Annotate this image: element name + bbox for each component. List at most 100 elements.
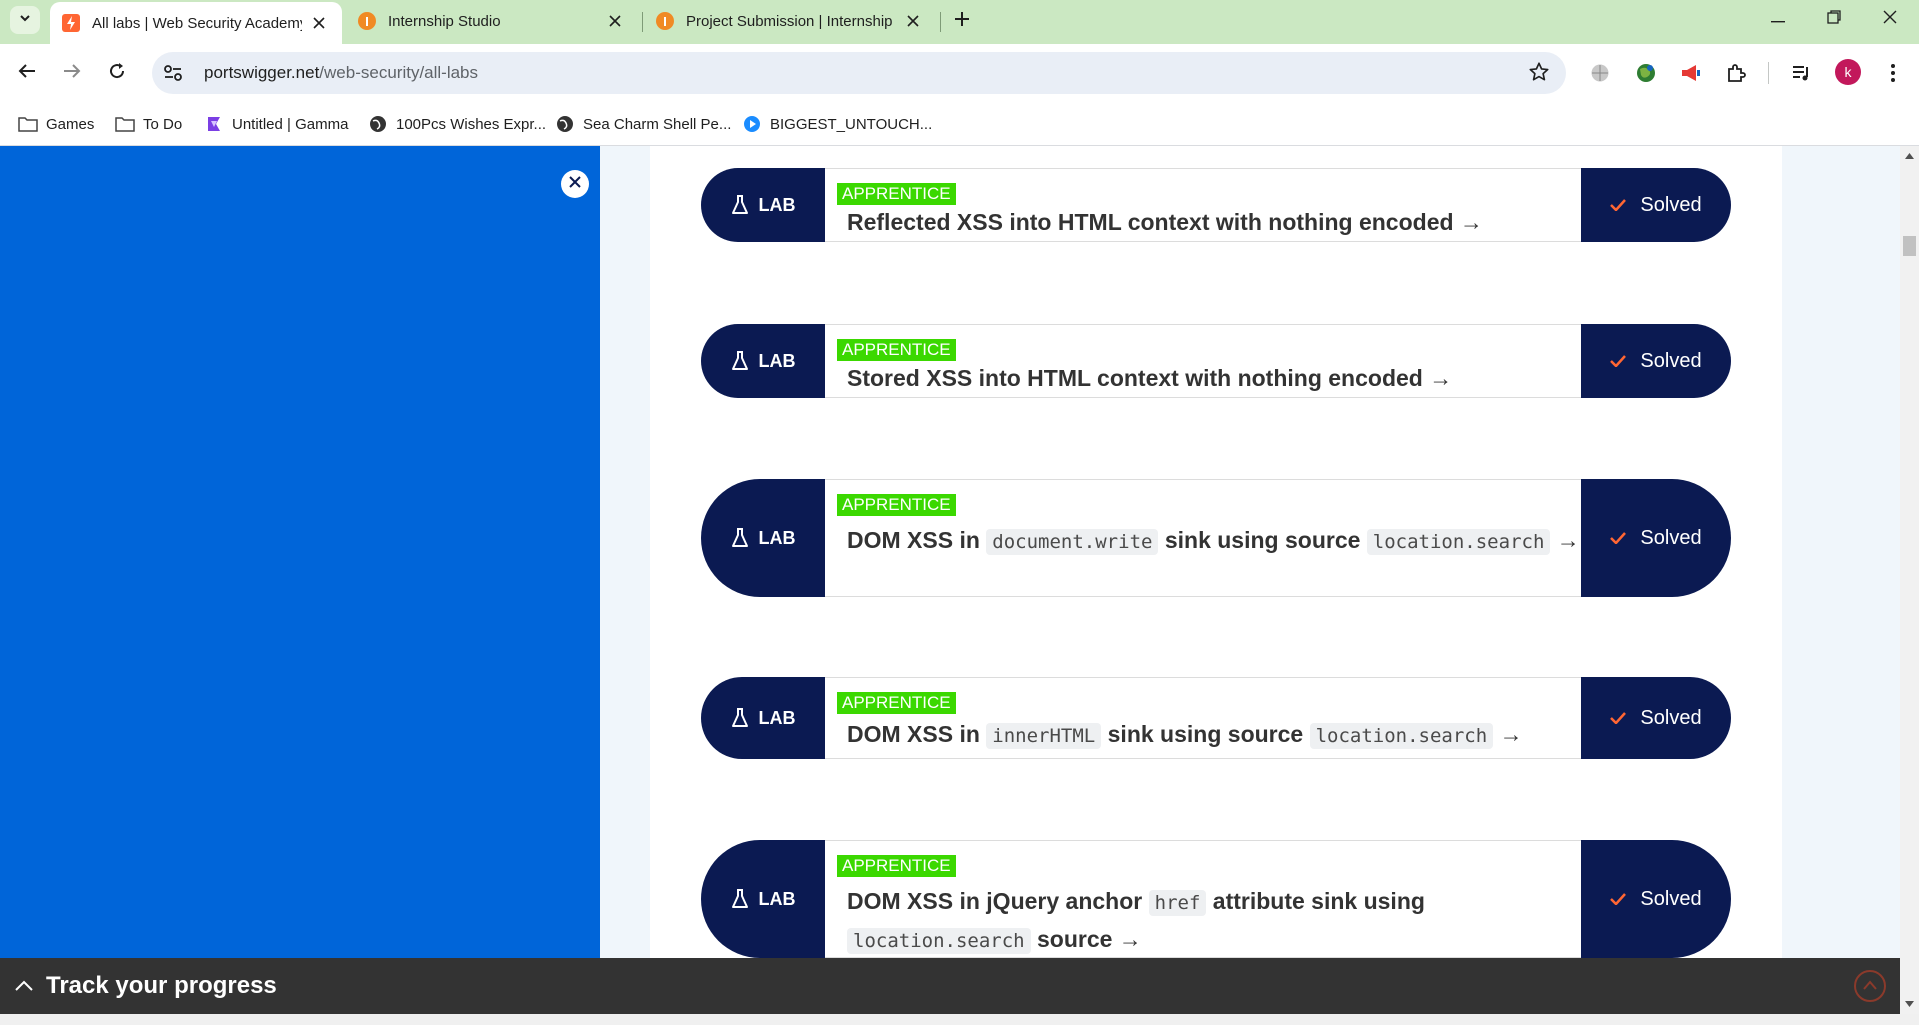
tab-all-labs[interactable]: All labs | Web Security Academy	[50, 2, 342, 44]
minimize-button[interactable]	[1750, 0, 1806, 38]
lab-title-link[interactable]: Reflected XSS into HTML context with not…	[847, 207, 1581, 237]
lab-badge-label: LAB	[758, 888, 796, 909]
code-snippet: location.search	[1366, 529, 1551, 555]
browser-toolbar: portswigger.net/web-security/all-labs k	[0, 44, 1919, 102]
flask-icon	[731, 195, 749, 215]
bookmark-label: BIGGEST_UNTOUCH...	[770, 115, 933, 133]
track-progress-label: Track your progress	[46, 972, 277, 999]
track-progress-bar[interactable]: Track your progress	[0, 958, 1900, 1014]
lab-title-text: →	[1550, 527, 1580, 553]
tab-search-button[interactable]	[10, 6, 40, 34]
lab-title-link[interactable]: DOM XSS in innerHTML sink using source l…	[847, 716, 1581, 754]
bookmark-gamma[interactable]: Untitled | Gamma	[204, 112, 348, 136]
scroll-down-arrow-icon[interactable]	[1900, 996, 1919, 1012]
bookmark-games[interactable]: Games	[18, 112, 94, 136]
globe-icon	[555, 114, 575, 134]
scroll-up-arrow-icon[interactable]	[1900, 148, 1919, 164]
close-panel-button[interactable]	[561, 170, 589, 198]
lab-title-text: attribute sink using	[1206, 888, 1425, 914]
level-badge: APPRENTICE	[837, 494, 956, 516]
checkmark-icon	[1610, 199, 1627, 211]
solved-status: Solved	[1581, 324, 1731, 398]
url-text: portswigger.net/web-security/all-labs	[204, 63, 478, 83]
lab-body: APPRENTICE Reflected XSS into HTML conte…	[825, 168, 1581, 242]
close-window-button[interactable]	[1862, 0, 1918, 38]
bookmark-sea-charm[interactable]: Sea Charm Shell Pe...	[555, 112, 731, 136]
close-tab-icon[interactable]	[902, 10, 924, 32]
reload-button[interactable]	[100, 56, 134, 90]
chevron-up-icon[interactable]	[14, 980, 34, 992]
side-panel	[0, 146, 600, 958]
chevron-down-icon	[18, 11, 32, 30]
media-controls-icon[interactable]	[1787, 58, 1817, 88]
megaphone-extension-icon[interactable]	[1676, 58, 1706, 88]
level-badge: APPRENTICE	[837, 692, 956, 714]
lab-badge: LAB	[701, 479, 825, 597]
lab-card[interactable]: LAB APPRENTICE DOM XSS in innerHTML sink…	[701, 677, 1731, 759]
lab-card[interactable]: LAB APPRENTICE Reflected XSS into HTML c…	[701, 168, 1731, 242]
bookmark-to-do[interactable]: To Do	[115, 112, 182, 136]
bookmark-biggest[interactable]: BIGGEST_UNTOUCH...	[742, 112, 932, 136]
tab-project-submission[interactable]: Project Submission | Internship	[644, 2, 936, 40]
folder-icon	[115, 114, 135, 134]
page-scrollbar[interactable]	[1900, 146, 1919, 1014]
tab-title: All labs | Web Security Academy	[92, 14, 302, 32]
close-icon	[1883, 10, 1897, 29]
close-tab-icon[interactable]	[308, 12, 330, 34]
url-path: /web-security/all-labs	[319, 63, 479, 82]
tab-strip: All labs | Web Security Academy Internsh…	[0, 0, 1919, 44]
level-badge: APPRENTICE	[837, 855, 956, 877]
scrollbar-thumb[interactable]	[1903, 236, 1916, 256]
earth-extension-icon[interactable]	[1631, 58, 1661, 88]
site-info-icon[interactable]	[156, 56, 190, 90]
tab-separator	[940, 12, 941, 32]
checkmark-icon	[1610, 355, 1627, 367]
tab-internship-studio[interactable]: Internship Studio	[346, 2, 638, 40]
bookmark-label: Games	[46, 115, 95, 133]
arrow-left-icon	[18, 63, 36, 84]
solved-label: Solved	[1640, 706, 1702, 729]
folder-icon	[18, 114, 38, 134]
lab-title-text: DOM XSS in jQuery anchor	[847, 888, 1149, 914]
bottom-strip	[0, 1014, 1919, 1025]
scroll-to-top-button[interactable]	[1854, 970, 1886, 1002]
lab-badge: LAB	[701, 840, 825, 958]
flask-icon	[731, 889, 749, 909]
checkmark-icon	[1610, 893, 1627, 905]
back-button[interactable]	[10, 56, 44, 90]
checkmark-icon	[1610, 712, 1627, 724]
profile-avatar[interactable]: k	[1835, 59, 1861, 85]
lab-card[interactable]: LAB APPRENTICE DOM XSS in document.write…	[701, 479, 1731, 597]
lab-title-link[interactable]: DOM XSS in jQuery anchor href attribute …	[847, 883, 1581, 959]
close-tab-icon[interactable]	[604, 10, 626, 32]
restore-button[interactable]	[1806, 0, 1862, 38]
level-badge: APPRENTICE	[837, 339, 956, 361]
solved-status: Solved	[1581, 168, 1731, 242]
code-snippet: location.search	[1309, 723, 1494, 749]
lab-title-text: sink using source	[1101, 721, 1310, 747]
lab-title-link[interactable]: DOM XSS in document.write sink using sou…	[847, 522, 1581, 560]
solved-label: Solved	[1640, 526, 1702, 549]
bookmark-wishes[interactable]: 100Pcs Wishes Expr...	[368, 112, 546, 136]
checkmark-icon	[1610, 532, 1627, 544]
bookmark-star-icon[interactable]	[1528, 61, 1550, 88]
lab-badge-label: LAB	[758, 194, 796, 215]
address-bar[interactable]: portswigger.net/web-security/all-labs	[152, 52, 1566, 94]
lab-body: APPRENTICE DOM XSS in document.write sin…	[825, 479, 1581, 597]
chrome-menu-icon[interactable]	[1878, 58, 1908, 88]
new-tab-button[interactable]	[947, 6, 977, 36]
solved-label: Solved	[1640, 349, 1702, 372]
lab-title-text: sink using source	[1158, 527, 1367, 553]
translate-extension-icon[interactable]	[1585, 58, 1615, 88]
arrow-right-icon	[63, 63, 81, 84]
lab-badge-label: LAB	[758, 350, 796, 371]
lab-title-link[interactable]: Stored XSS into HTML context with nothin…	[847, 363, 1581, 393]
lab-card[interactable]: LAB APPRENTICE DOM XSS in jQuery anchor …	[701, 840, 1731, 958]
internship-studio-favicon-icon	[358, 12, 376, 30]
extensions-puzzle-icon[interactable]	[1721, 58, 1751, 88]
arrow-up-icon	[1862, 977, 1878, 995]
lab-title-text: Stored XSS into HTML context with nothin…	[847, 365, 1453, 391]
lab-card[interactable]: LAB APPRENTICE Stored XSS into HTML cont…	[701, 324, 1731, 398]
code-snippet: href	[1148, 890, 1207, 916]
forward-button[interactable]	[55, 56, 89, 90]
